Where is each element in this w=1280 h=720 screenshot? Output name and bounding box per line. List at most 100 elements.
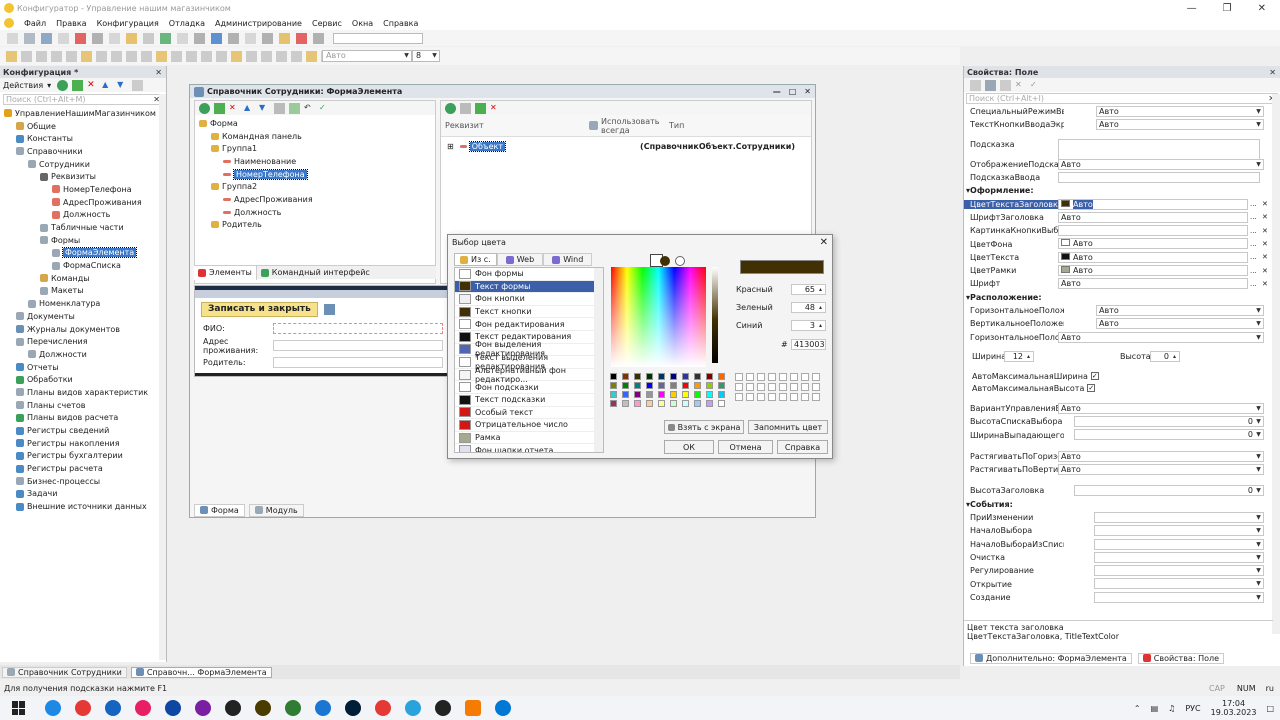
taskbar-app-icon[interactable] [405,700,421,716]
config-search-input[interactable]: Поиск (Ctrl+Alt+M) ✕ [3,94,163,105]
menu-item-6[interactable]: Окна [352,19,373,28]
taskbar-app-icon[interactable] [105,700,121,716]
taskbar-app-icon[interactable] [165,700,181,716]
custom-color-slot[interactable] [768,373,776,381]
properties-scrollbar[interactable] [1272,94,1280,634]
property-value[interactable]: Авто [1058,198,1248,210]
config-tree-item[interactable]: Перечисления [0,335,166,348]
custom-color-slot[interactable] [779,393,787,401]
prop-check-icon[interactable]: ✓ [1030,80,1041,91]
toolbar-button-8-icon[interactable] [143,32,154,44]
edit-icon[interactable] [72,79,84,91]
ellipsis-button[interactable]: ... [1250,240,1257,248]
menu-item-1[interactable]: Правка [56,19,86,28]
property-row[interactable]: СпециальныйРежимВводаТекста Авто▼ [964,105,1272,118]
property-row[interactable]: ЦветТекста Авто... ✕ [964,251,1272,264]
toolbar-button-18-icon[interactable] [313,32,324,44]
form-maximize-icon[interactable]: □ [789,87,797,96]
palette-swatch[interactable] [670,391,677,398]
toolbar-button-12-icon[interactable] [211,32,222,44]
palette-swatch[interactable] [658,391,665,398]
menu-item-3[interactable]: Отладка [169,19,205,28]
taskbar-app-icon[interactable] [315,700,331,716]
property-row[interactable]: ПриИзменении ▼ [964,511,1272,524]
ellipsis-button[interactable]: ... [1250,253,1257,261]
format-button-19-icon[interactable] [291,50,302,62]
ok-button[interactable]: ОК [664,440,714,454]
color-swatch-none[interactable] [675,256,685,266]
toolbar-button-1-icon[interactable] [24,32,35,44]
palette-swatch[interactable] [658,382,665,389]
custom-color-slot[interactable] [790,393,798,401]
notifications-icon[interactable]: □ [1266,704,1274,713]
format-button-7-icon[interactable] [111,50,122,62]
clear-value-icon[interactable]: ✕ [1262,213,1268,221]
config-tree-item[interactable]: Отчеты [0,361,166,374]
element-tree-item[interactable]: Группа1 [195,142,435,155]
custom-color-slot[interactable] [790,383,798,391]
dropdown-arrow-icon[interactable]: ▼ [1254,593,1263,602]
dropdown-arrow-icon[interactable]: ▼ [1254,452,1263,461]
properties-close-icon[interactable]: ✕ [1269,68,1276,77]
custom-color-slot[interactable] [768,383,776,391]
config-tree-item[interactable]: Планы видов расчета [0,412,166,425]
taskbar-app-icon[interactable] [285,700,301,716]
el-undo-icon[interactable]: ↶ [304,103,315,114]
format-button-11-icon[interactable] [171,50,182,62]
palette-swatch[interactable] [706,382,713,389]
config-tree-item[interactable]: Должность [0,209,166,222]
custom-color-slot[interactable] [779,373,787,381]
clear-value-icon[interactable]: ✕ [1262,267,1268,275]
dropdown-arrow-icon[interactable]: ▼ [1254,486,1263,495]
palette-swatch[interactable] [682,391,689,398]
add-icon[interactable] [57,79,69,91]
format-button-10-icon[interactable] [156,50,167,62]
form-close-icon[interactable]: ✕ [804,87,811,96]
el-delete-icon[interactable]: ✕ [229,103,240,114]
toolbar-search-field[interactable] [333,32,423,44]
tab-elements[interactable]: Элементы [194,265,257,280]
custom-color-slot[interactable] [801,373,809,381]
toolbar-button-9-icon[interactable] [160,32,171,44]
remember-color-button[interactable]: Запомнить цвет [748,420,828,434]
dropdown-arrow-icon[interactable]: ▼ [1254,540,1263,549]
palette-swatch[interactable] [622,391,629,398]
palette-swatch[interactable] [646,400,653,407]
start-icon[interactable] [12,701,26,715]
style-color-item[interactable]: Текст подсказки [455,394,603,407]
palette-swatch[interactable] [682,373,689,380]
tab-windows-colors[interactable]: Wind [543,253,593,266]
taskbar-app-icon[interactable] [225,700,241,716]
element-tree-item[interactable]: НомерТелефона [195,168,435,181]
palette-swatch[interactable] [634,373,641,380]
custom-color-slot[interactable] [790,373,798,381]
property-row[interactable]: ГоризонтальноеПоложениеАвто▼ [964,331,1272,344]
custom-color-slot[interactable] [757,373,765,381]
palette-swatch[interactable] [670,400,677,407]
custom-color-slot[interactable] [812,383,820,391]
config-tree-item[interactable]: Реквизиты [0,170,166,183]
blue-spin-icon[interactable]: ▴ [816,321,825,330]
property-row[interactable]: РастягиватьПоВертикалиАвто▼ [964,463,1272,476]
config-tree-item[interactable]: Табличные части [0,221,166,234]
palette-swatch[interactable] [718,373,725,380]
config-tree-item[interactable]: ФормаЭлемента [0,247,166,260]
preview-field-input[interactable] [273,323,443,334]
dropdown-arrow-icon[interactable]: ▼ [1254,430,1263,439]
taskbar-app-icon[interactable] [75,700,91,716]
palette-swatch[interactable] [670,382,677,389]
green-input[interactable]: 48 ▴ [791,302,826,313]
el-check-icon[interactable]: ✓ [319,103,330,114]
attr-copy-icon[interactable] [460,102,471,114]
toolbar-button-13-icon[interactable] [228,32,239,44]
tab-properties[interactable]: Свойства: Поле [1137,652,1225,664]
color-dialog-close-icon[interactable]: ✕ [820,237,828,248]
tab-additional[interactable]: Дополнительно: ФормаЭлемента [970,652,1132,664]
palette-swatch[interactable] [622,400,629,407]
style-color-item[interactable]: Фон редактирования [455,318,603,331]
style-color-item[interactable]: Рамка [455,432,603,445]
green-spin-icon[interactable]: ▴ [816,303,825,312]
palette-swatch[interactable] [646,382,653,389]
ellipsis-button[interactable]: ... [1250,227,1257,235]
palette-swatch[interactable] [634,382,641,389]
